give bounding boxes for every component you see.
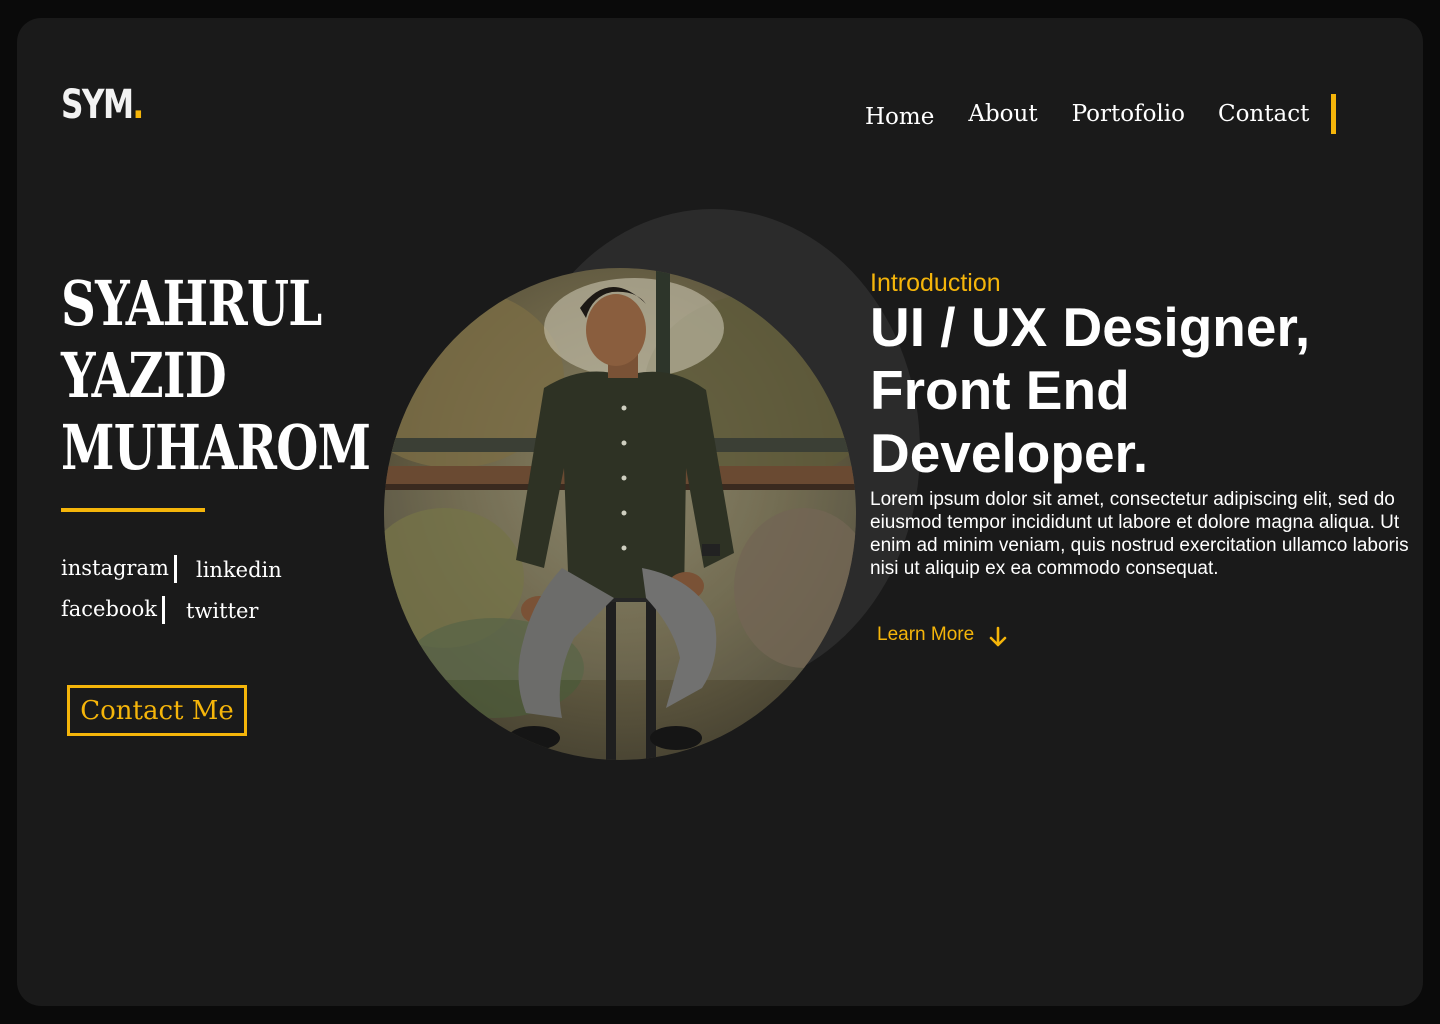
social-linkedin-link[interactable]: linkedin	[196, 558, 282, 582]
learn-more-link[interactable]: Learn More	[877, 622, 1008, 648]
social-separator	[174, 555, 177, 583]
page-frame: SYM. Home About Portofolio Contact SYAHR…	[17, 18, 1423, 1006]
social-twitter-link[interactable]: twitter	[186, 599, 258, 623]
learn-more-label: Learn More	[877, 624, 975, 645]
name-line-1: SYAHRUL	[61, 267, 322, 340]
nav-contact[interactable]: Contact	[1218, 101, 1309, 127]
logo-dot: .	[132, 82, 144, 128]
nav-portofolio[interactable]: Portofolio	[1072, 101, 1185, 127]
logo[interactable]: SYM.	[61, 82, 144, 128]
arrow-down-icon	[989, 626, 1007, 647]
intro-paragraph: Lorem ipsum dolor sit amet, consectetur …	[870, 489, 1409, 579]
headline-line-1: UI / UX Designer,	[870, 296, 1311, 358]
intro-label: Introduction	[870, 269, 1001, 297]
nav-home[interactable]: Home	[865, 104, 934, 130]
social-separator	[162, 596, 165, 624]
logo-text: SYM	[61, 82, 134, 128]
person-portrait-photo	[384, 268, 856, 760]
nav-about[interactable]: About	[968, 101, 1037, 127]
social-facebook-link[interactable]: facebook	[61, 597, 157, 621]
name-line-2: YAZID	[61, 339, 227, 412]
headline-line-3: Developer.	[870, 422, 1149, 484]
name-line-3: MUHAROM	[61, 411, 371, 484]
nav-accent-bar	[1331, 94, 1337, 134]
contact-me-button[interactable]: Contact Me	[67, 685, 247, 736]
hero-name: SYAHRUL YAZID MUHAROM	[61, 267, 371, 484]
name-underline	[61, 508, 205, 512]
social-instagram-link[interactable]: instagram	[61, 556, 169, 580]
profile-photo	[384, 268, 856, 760]
headline-line-2: Front End	[870, 359, 1130, 421]
headline: UI / UX Designer, Front End Developer.	[870, 296, 1410, 485]
main-nav: Home About Portofolio Contact	[865, 94, 1337, 134]
